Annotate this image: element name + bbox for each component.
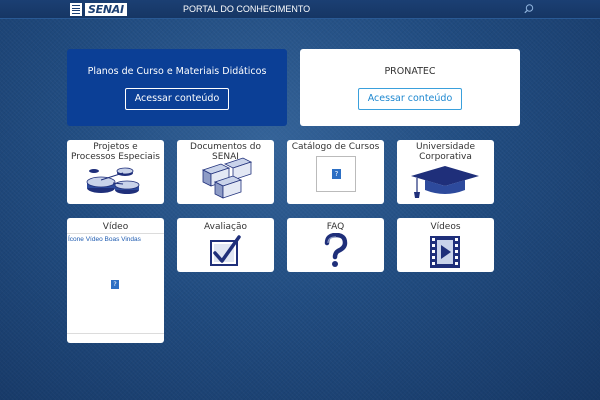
- gears-icon: [86, 167, 140, 194]
- tile-projetos[interactable]: Projetos e Processos Especiais: [67, 140, 164, 204]
- tile-videos-title: Vídeos: [430, 222, 461, 232]
- broken-image-icon: ?: [111, 280, 119, 289]
- tile-video-title: Vídeo: [102, 222, 129, 232]
- tile-projetos-title: Projetos e Processos Especiais: [71, 142, 160, 162]
- senai-logo[interactable]: SENAI: [70, 2, 136, 17]
- tile-avaliacao-title: Avaliação: [204, 222, 247, 232]
- question-mark-icon: [324, 233, 348, 267]
- tile-catalogo-title: Catálogo de Cursos: [291, 142, 380, 152]
- checkbox-check-icon: [210, 235, 241, 266]
- tile-video[interactable]: Vídeo Ícone Vídeo Boas Vindas ?: [67, 218, 164, 343]
- tile-faq-title: FAQ: [326, 222, 345, 232]
- broken-image-icon: ?: [316, 156, 356, 192]
- search-icon[interactable]: [523, 3, 535, 15]
- plans-title: Planos de Curso e Materiais Didáticos: [87, 66, 267, 77]
- plans-access-button[interactable]: Acessar conteúdo: [124, 88, 230, 110]
- pronatec-card: PRONATEC Acessar conteúdo: [300, 49, 520, 126]
- plans-card: Planos de Curso e Materiais Didáticos Ac…: [67, 49, 287, 126]
- tile-universidade-title: Universidade Corporativa: [415, 142, 476, 162]
- tile-documentos[interactable]: Documentos do SENAI: [177, 140, 274, 204]
- portal-title[interactable]: PORTAL DO CONHECIMENTO: [183, 3, 310, 15]
- tile-faq[interactable]: FAQ: [287, 218, 384, 272]
- logo-text: SENAI: [85, 3, 127, 16]
- tile-universidade[interactable]: Universidade Corporativa: [397, 140, 494, 204]
- tile-avaliacao[interactable]: Avaliação: [177, 218, 274, 272]
- tile-catalogo[interactable]: Catálogo de Cursos ?: [287, 140, 384, 204]
- tile-videos[interactable]: Vídeos: [397, 218, 494, 272]
- pronatec-access-button[interactable]: Acessar conteúdo: [357, 88, 463, 110]
- logo-emblem-icon: [70, 3, 82, 16]
- graduation-cap-icon: [411, 166, 479, 198]
- top-bar: SENAI PORTAL DO CONHECIMENTO: [0, 0, 600, 19]
- video-alt-text: Ícone Vídeo Boas Vindas: [68, 236, 141, 243]
- pronatec-title: PRONATEC: [384, 66, 436, 77]
- documents-icon: [201, 157, 253, 199]
- film-play-icon: [430, 236, 460, 268]
